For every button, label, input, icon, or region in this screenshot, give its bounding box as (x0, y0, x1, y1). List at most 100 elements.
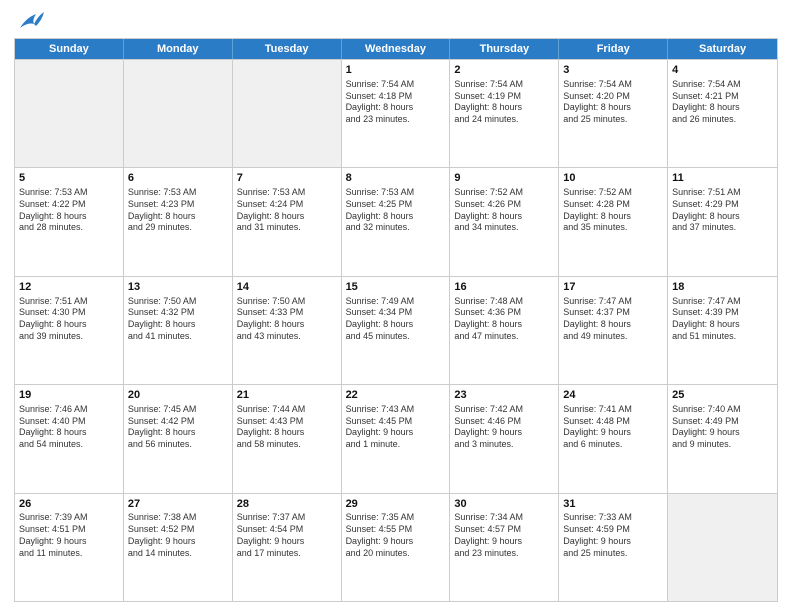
day-info: Sunrise: 7:45 AMSunset: 4:42 PMDaylight:… (128, 404, 228, 451)
day-number: 3 (563, 63, 663, 78)
calendar-day-11: 11Sunrise: 7:51 AMSunset: 4:29 PMDayligh… (668, 168, 777, 275)
logo-text (14, 10, 44, 32)
header-day-wednesday: Wednesday (342, 39, 451, 59)
calendar-day-30: 30Sunrise: 7:34 AMSunset: 4:57 PMDayligh… (450, 494, 559, 601)
logo (14, 10, 44, 32)
calendar-day-24: 24Sunrise: 7:41 AMSunset: 4:48 PMDayligh… (559, 385, 668, 492)
calendar-week-1: 1Sunrise: 7:54 AMSunset: 4:18 PMDaylight… (15, 59, 777, 167)
day-info: Sunrise: 7:48 AMSunset: 4:36 PMDaylight:… (454, 296, 554, 343)
day-info: Sunrise: 7:46 AMSunset: 4:40 PMDaylight:… (19, 404, 119, 451)
day-info: Sunrise: 7:34 AMSunset: 4:57 PMDaylight:… (454, 512, 554, 559)
day-number: 12 (19, 280, 119, 295)
day-info: Sunrise: 7:41 AMSunset: 4:48 PMDaylight:… (563, 404, 663, 451)
calendar-day-12: 12Sunrise: 7:51 AMSunset: 4:30 PMDayligh… (15, 277, 124, 384)
day-number: 26 (19, 497, 119, 512)
day-number: 2 (454, 63, 554, 78)
day-info: Sunrise: 7:52 AMSunset: 4:26 PMDaylight:… (454, 187, 554, 234)
day-number: 28 (237, 497, 337, 512)
day-info: Sunrise: 7:39 AMSunset: 4:51 PMDaylight:… (19, 512, 119, 559)
calendar-header: SundayMondayTuesdayWednesdayThursdayFrid… (15, 39, 777, 59)
day-info: Sunrise: 7:44 AMSunset: 4:43 PMDaylight:… (237, 404, 337, 451)
day-info: Sunrise: 7:35 AMSunset: 4:55 PMDaylight:… (346, 512, 446, 559)
day-number: 31 (563, 497, 663, 512)
day-number: 4 (672, 63, 773, 78)
header-day-thursday: Thursday (450, 39, 559, 59)
calendar-day-5: 5Sunrise: 7:53 AMSunset: 4:22 PMDaylight… (15, 168, 124, 275)
header-day-friday: Friday (559, 39, 668, 59)
calendar-day-2: 2Sunrise: 7:54 AMSunset: 4:19 PMDaylight… (450, 60, 559, 167)
day-number: 14 (237, 280, 337, 295)
calendar-day-14: 14Sunrise: 7:50 AMSunset: 4:33 PMDayligh… (233, 277, 342, 384)
calendar-day-16: 16Sunrise: 7:48 AMSunset: 4:36 PMDayligh… (450, 277, 559, 384)
day-info: Sunrise: 7:53 AMSunset: 4:24 PMDaylight:… (237, 187, 337, 234)
calendar-week-2: 5Sunrise: 7:53 AMSunset: 4:22 PMDaylight… (15, 167, 777, 275)
day-number: 29 (346, 497, 446, 512)
calendar-day-28: 28Sunrise: 7:37 AMSunset: 4:54 PMDayligh… (233, 494, 342, 601)
day-number: 21 (237, 388, 337, 403)
calendar-day-3: 3Sunrise: 7:54 AMSunset: 4:20 PMDaylight… (559, 60, 668, 167)
calendar-day-18: 18Sunrise: 7:47 AMSunset: 4:39 PMDayligh… (668, 277, 777, 384)
day-number: 22 (346, 388, 446, 403)
day-info: Sunrise: 7:38 AMSunset: 4:52 PMDaylight:… (128, 512, 228, 559)
day-number: 15 (346, 280, 446, 295)
day-number: 30 (454, 497, 554, 512)
day-number: 24 (563, 388, 663, 403)
day-info: Sunrise: 7:52 AMSunset: 4:28 PMDaylight:… (563, 187, 663, 234)
calendar-day-9: 9Sunrise: 7:52 AMSunset: 4:26 PMDaylight… (450, 168, 559, 275)
day-info: Sunrise: 7:47 AMSunset: 4:39 PMDaylight:… (672, 296, 773, 343)
calendar-day-31: 31Sunrise: 7:33 AMSunset: 4:59 PMDayligh… (559, 494, 668, 601)
day-info: Sunrise: 7:42 AMSunset: 4:46 PMDaylight:… (454, 404, 554, 451)
header (14, 10, 778, 32)
day-info: Sunrise: 7:50 AMSunset: 4:32 PMDaylight:… (128, 296, 228, 343)
day-number: 5 (19, 171, 119, 186)
day-info: Sunrise: 7:51 AMSunset: 4:29 PMDaylight:… (672, 187, 773, 234)
calendar-day-4: 4Sunrise: 7:54 AMSunset: 4:21 PMDaylight… (668, 60, 777, 167)
day-info: Sunrise: 7:51 AMSunset: 4:30 PMDaylight:… (19, 296, 119, 343)
header-day-monday: Monday (124, 39, 233, 59)
calendar-day-17: 17Sunrise: 7:47 AMSunset: 4:37 PMDayligh… (559, 277, 668, 384)
day-number: 19 (19, 388, 119, 403)
day-number: 18 (672, 280, 773, 295)
calendar-day-6: 6Sunrise: 7:53 AMSunset: 4:23 PMDaylight… (124, 168, 233, 275)
calendar-day-15: 15Sunrise: 7:49 AMSunset: 4:34 PMDayligh… (342, 277, 451, 384)
day-number: 25 (672, 388, 773, 403)
day-info: Sunrise: 7:54 AMSunset: 4:19 PMDaylight:… (454, 79, 554, 126)
day-number: 9 (454, 171, 554, 186)
calendar-day-26: 26Sunrise: 7:39 AMSunset: 4:51 PMDayligh… (15, 494, 124, 601)
day-number: 23 (454, 388, 554, 403)
calendar-day-20: 20Sunrise: 7:45 AMSunset: 4:42 PMDayligh… (124, 385, 233, 492)
day-number: 6 (128, 171, 228, 186)
day-number: 11 (672, 171, 773, 186)
calendar-day-8: 8Sunrise: 7:53 AMSunset: 4:25 PMDaylight… (342, 168, 451, 275)
day-number: 1 (346, 63, 446, 78)
day-number: 20 (128, 388, 228, 403)
calendar-week-5: 26Sunrise: 7:39 AMSunset: 4:51 PMDayligh… (15, 493, 777, 601)
day-info: Sunrise: 7:49 AMSunset: 4:34 PMDaylight:… (346, 296, 446, 343)
calendar-day-21: 21Sunrise: 7:44 AMSunset: 4:43 PMDayligh… (233, 385, 342, 492)
day-info: Sunrise: 7:54 AMSunset: 4:20 PMDaylight:… (563, 79, 663, 126)
day-info: Sunrise: 7:53 AMSunset: 4:23 PMDaylight:… (128, 187, 228, 234)
day-info: Sunrise: 7:37 AMSunset: 4:54 PMDaylight:… (237, 512, 337, 559)
day-info: Sunrise: 7:33 AMSunset: 4:59 PMDaylight:… (563, 512, 663, 559)
logo-bird-icon (16, 10, 44, 32)
calendar-empty-cell (124, 60, 233, 167)
day-info: Sunrise: 7:53 AMSunset: 4:25 PMDaylight:… (346, 187, 446, 234)
calendar-day-7: 7Sunrise: 7:53 AMSunset: 4:24 PMDaylight… (233, 168, 342, 275)
calendar-week-3: 12Sunrise: 7:51 AMSunset: 4:30 PMDayligh… (15, 276, 777, 384)
day-number: 17 (563, 280, 663, 295)
day-info: Sunrise: 7:50 AMSunset: 4:33 PMDaylight:… (237, 296, 337, 343)
day-info: Sunrise: 7:40 AMSunset: 4:49 PMDaylight:… (672, 404, 773, 451)
calendar-empty-cell (668, 494, 777, 601)
calendar: SundayMondayTuesdayWednesdayThursdayFrid… (14, 38, 778, 602)
day-number: 13 (128, 280, 228, 295)
day-number: 7 (237, 171, 337, 186)
day-number: 16 (454, 280, 554, 295)
day-info: Sunrise: 7:43 AMSunset: 4:45 PMDaylight:… (346, 404, 446, 451)
calendar-day-29: 29Sunrise: 7:35 AMSunset: 4:55 PMDayligh… (342, 494, 451, 601)
calendar-body: 1Sunrise: 7:54 AMSunset: 4:18 PMDaylight… (15, 59, 777, 601)
day-info: Sunrise: 7:54 AMSunset: 4:21 PMDaylight:… (672, 79, 773, 126)
calendar-week-4: 19Sunrise: 7:46 AMSunset: 4:40 PMDayligh… (15, 384, 777, 492)
header-day-tuesday: Tuesday (233, 39, 342, 59)
day-info: Sunrise: 7:47 AMSunset: 4:37 PMDaylight:… (563, 296, 663, 343)
day-number: 8 (346, 171, 446, 186)
